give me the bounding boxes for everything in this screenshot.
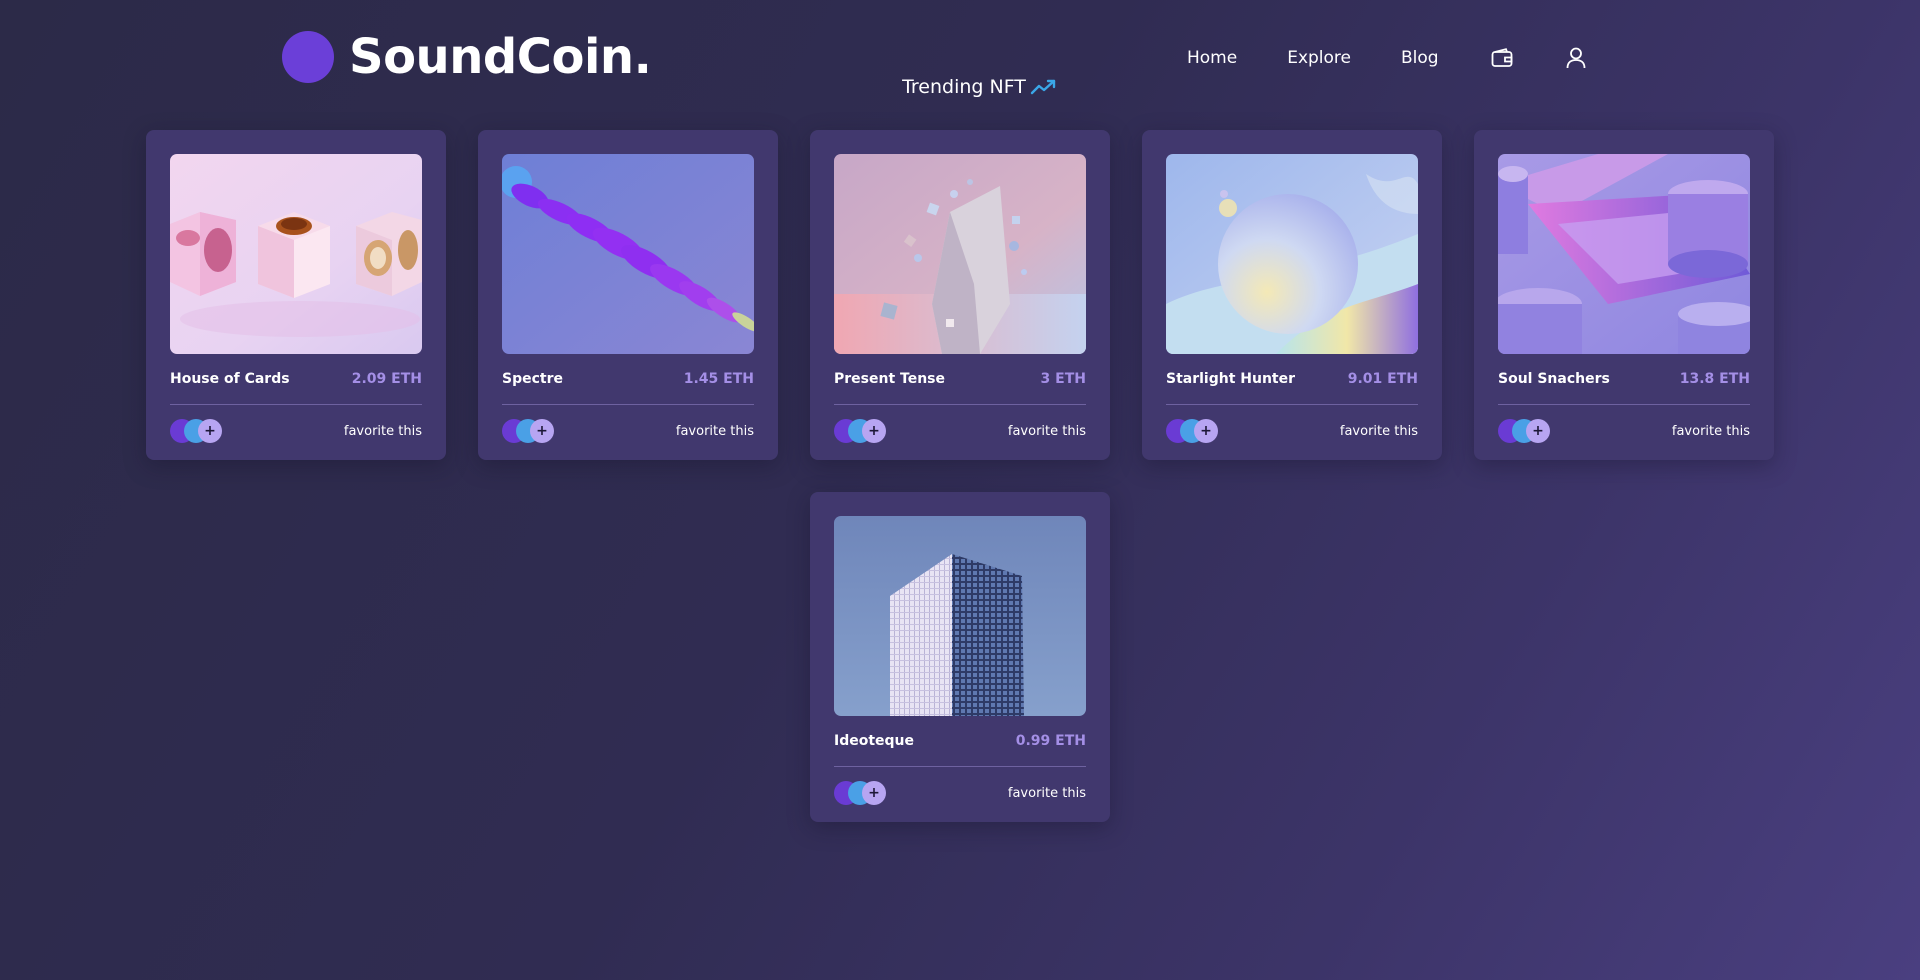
nft-card[interactable]: House of Cards 2.09 ETH + favorite this — [146, 130, 446, 460]
favorite-link[interactable]: favorite this — [1340, 424, 1418, 439]
user-icon[interactable] — [1563, 45, 1589, 71]
nft-card[interactable]: Present Tense 3 ETH + favorite this — [810, 130, 1110, 460]
card-divider — [834, 766, 1086, 767]
nft-artwork[interactable] — [834, 516, 1086, 716]
main-nav: Home Explore Blog — [1187, 45, 1589, 71]
more-owners-button[interactable]: + — [1194, 419, 1218, 443]
nft-artwork[interactable] — [502, 154, 754, 354]
owner-avatars[interactable]: + — [502, 418, 562, 444]
nft-price: 2.09 ETH — [351, 371, 422, 387]
nft-title[interactable]: Present Tense — [834, 371, 945, 387]
nft-title[interactable]: Soul Snachers — [1498, 371, 1610, 387]
nft-card[interactable]: Starlight Hunter 9.01 ETH + favorite thi… — [1142, 130, 1442, 460]
nft-price: 9.01 ETH — [1347, 371, 1418, 387]
trending-heading: Trending NFT — [0, 76, 1920, 98]
owner-avatars[interactable]: + — [834, 418, 894, 444]
nft-price: 1.45 ETH — [683, 371, 754, 387]
nft-card[interactable]: Soul Snachers 13.8 ETH + favorite this — [1474, 130, 1774, 460]
trending-up-icon — [1030, 78, 1058, 96]
nav-home-link[interactable]: Home — [1187, 46, 1237, 70]
more-owners-button[interactable]: + — [862, 419, 886, 443]
owner-avatars[interactable]: + — [1166, 418, 1226, 444]
nft-price: 13.8 ETH — [1679, 371, 1750, 387]
more-owners-button[interactable]: + — [530, 419, 554, 443]
nft-price: 0.99 ETH — [1015, 733, 1086, 749]
wallet-icon[interactable] — [1489, 45, 1515, 71]
more-owners-button[interactable]: + — [198, 419, 222, 443]
nft-artwork[interactable] — [834, 154, 1086, 354]
section-title: Trending NFT — [902, 76, 1026, 98]
card-divider — [1498, 404, 1750, 405]
nft-title[interactable]: Spectre — [502, 371, 563, 387]
card-divider — [834, 404, 1086, 405]
nav-explore-link[interactable]: Explore — [1287, 46, 1351, 70]
nft-artwork[interactable] — [170, 154, 422, 354]
nav-blog-link[interactable]: Blog — [1401, 46, 1439, 70]
favorite-link[interactable]: favorite this — [1672, 424, 1750, 439]
favorite-link[interactable]: favorite this — [344, 424, 422, 439]
owner-avatars[interactable]: + — [1498, 418, 1558, 444]
card-divider — [502, 404, 754, 405]
owner-avatars[interactable]: + — [834, 780, 894, 806]
more-owners-button[interactable]: + — [1526, 419, 1550, 443]
nft-title[interactable]: House of Cards — [170, 371, 290, 387]
nft-card[interactable]: Spectre 1.45 ETH + favorite this — [478, 130, 778, 460]
owner-avatars[interactable]: + — [170, 418, 230, 444]
card-divider — [1166, 404, 1418, 405]
favorite-link[interactable]: favorite this — [1008, 424, 1086, 439]
nft-artwork[interactable] — [1166, 154, 1418, 354]
favorite-link[interactable]: favorite this — [676, 424, 754, 439]
nft-price: 3 ETH — [1040, 371, 1086, 387]
nft-card[interactable]: Ideoteque 0.99 ETH + favorite this — [810, 492, 1110, 822]
favorite-link[interactable]: favorite this — [1008, 786, 1086, 801]
nft-title[interactable]: Starlight Hunter — [1166, 371, 1295, 387]
more-owners-button[interactable]: + — [862, 781, 886, 805]
nft-title[interactable]: Ideoteque — [834, 733, 914, 749]
nft-artwork[interactable] — [1498, 154, 1750, 354]
card-divider — [170, 404, 422, 405]
